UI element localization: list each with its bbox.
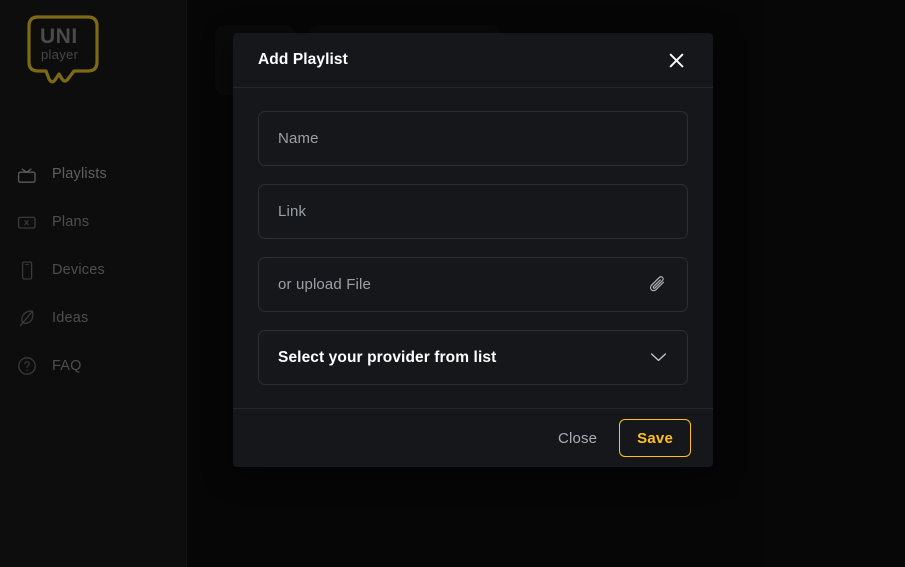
paperclip-icon[interactable] (646, 274, 668, 296)
dialog-footer: Close Save (233, 408, 713, 467)
logo-text-uni: UNI (40, 25, 78, 48)
question-circle-icon (14, 353, 40, 379)
feather-icon (14, 305, 40, 331)
close-icon (669, 53, 683, 67)
upload-file-input[interactable] (278, 276, 638, 293)
save-button[interactable]: Save (619, 419, 691, 457)
app-logo[interactable]: UNI player (19, 12, 101, 90)
sidebar-item-faq[interactable]: FAQ (0, 342, 186, 390)
dialog-header: Add Playlist (233, 33, 713, 88)
provider-select[interactable]: Select your provider from list (258, 330, 688, 385)
chevron-down-icon (648, 348, 668, 368)
link-input[interactable] (278, 203, 668, 220)
sidebar: UNI player Playlists Plans Devices Ideas… (0, 0, 187, 567)
sidebar-item-ideas[interactable]: Ideas (0, 294, 186, 342)
provider-select-label: Select your provider from list (278, 348, 497, 366)
sidebar-item-devices[interactable]: Devices (0, 246, 186, 294)
sidebar-nav: Playlists Plans Devices Ideas FAQ (0, 150, 186, 390)
sidebar-item-playlists[interactable]: Playlists (0, 150, 186, 198)
sidebar-item-label: FAQ (52, 358, 82, 374)
close-text-button[interactable]: Close (552, 422, 603, 455)
add-playlist-dialog: Add Playlist Select your provider from l… (233, 33, 713, 467)
sidebar-item-label: Devices (52, 262, 105, 278)
close-button[interactable] (663, 47, 689, 73)
dialog-title: Add Playlist (258, 51, 348, 68)
sidebar-item-label: Playlists (52, 166, 107, 182)
sidebar-item-label: Ideas (52, 310, 89, 326)
dialog-body: Select your provider from list (233, 88, 713, 408)
sidebar-item-label: Plans (52, 214, 90, 230)
name-input[interactable] (278, 130, 668, 147)
speech-bubble-logo: UNI player (27, 15, 99, 84)
tv-icon (14, 161, 40, 187)
link-field-wrapper[interactable] (258, 184, 688, 239)
upload-file-field-wrapper[interactable] (258, 257, 688, 312)
card-icon (14, 209, 40, 235)
sidebar-item-plans[interactable]: Plans (0, 198, 186, 246)
logo-text-player: player (41, 47, 79, 62)
name-field-wrapper[interactable] (258, 111, 688, 166)
phone-icon (14, 257, 40, 283)
